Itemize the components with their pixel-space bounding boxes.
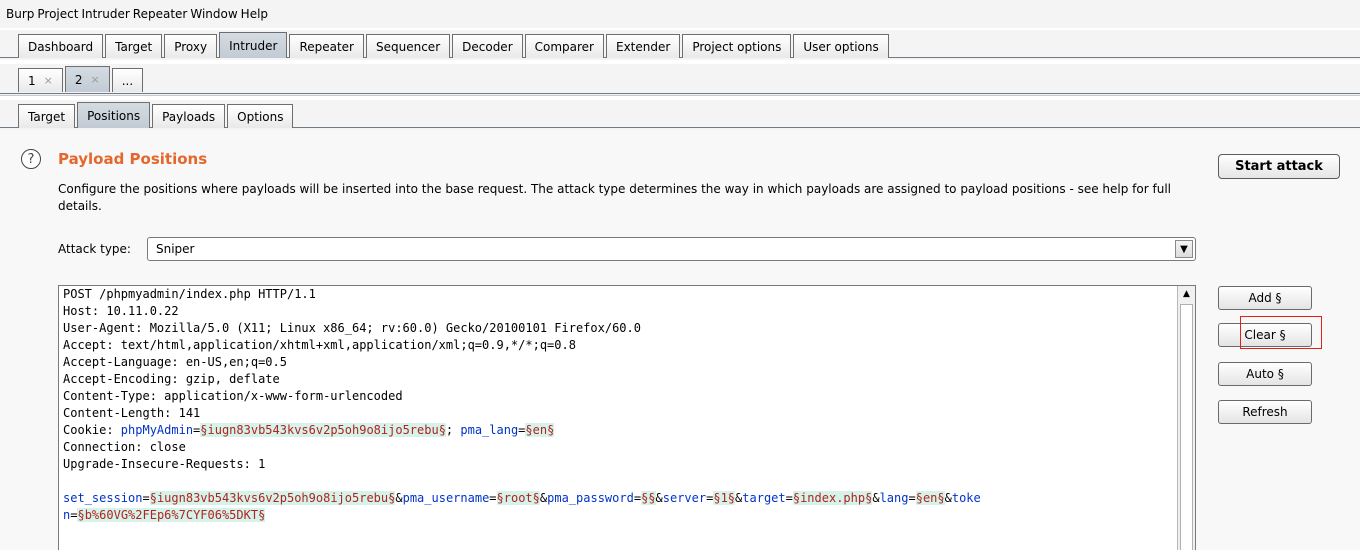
equals-sign: =: [908, 491, 916, 505]
request-header: Upgrade-Insecure-Requests: 1: [63, 457, 266, 471]
close-icon[interactable]: ×: [44, 74, 53, 87]
new-instance-tab[interactable]: ...: [111, 68, 144, 92]
body-param-key: pma_username: [402, 491, 490, 505]
attack-type-label: Attack type:: [58, 242, 131, 256]
cookie-key: phpMyAdmin: [120, 423, 194, 437]
menu-window[interactable]: Window: [190, 7, 237, 21]
body-param-key: set_session: [63, 491, 143, 505]
payload-position[interactable]: §en§: [525, 423, 555, 437]
ampersand: &: [944, 491, 952, 505]
body-param-key: server: [662, 491, 707, 505]
body-param-key: pma_password: [547, 491, 634, 505]
ampersand: &: [655, 491, 663, 505]
instance-tab-label: 2: [74, 72, 83, 87]
body-param-key: lang: [879, 491, 909, 505]
tab-repeater[interactable]: Repeater: [289, 34, 364, 58]
body-param-key: toke: [951, 491, 981, 505]
equals-sign: =: [785, 491, 793, 505]
ampersand: &: [872, 491, 880, 505]
menu-help[interactable]: Help: [241, 7, 268, 21]
menu-bar: Burp Project Intruder Repeater Window He…: [0, 0, 1360, 28]
cookie-prefix: Cookie:: [63, 423, 121, 437]
tab-sequencer[interactable]: Sequencer: [366, 34, 451, 58]
payload-position[interactable]: §en§: [915, 491, 945, 505]
tab-project-options[interactable]: Project options: [682, 34, 792, 58]
body-param-key: target: [742, 491, 786, 505]
request-header: Content-Type: application/x-www-form-url…: [63, 389, 403, 403]
request-line: POST /phpmyadmin/index.php HTTP/1.1: [63, 287, 316, 301]
payload-position[interactable]: §§: [641, 491, 656, 505]
ellipsis-icon: ...: [121, 73, 134, 88]
menu-burp[interactable]: Burp: [6, 7, 34, 21]
request-header: User-Agent: Mozilla/5.0 (X11; Linux x86_…: [63, 321, 641, 335]
payload-position[interactable]: §1§: [713, 491, 736, 505]
request-header: Accept-Language: en-US,en;q=0.5: [63, 355, 287, 369]
request-text[interactable]: POST /phpmyadmin/index.php HTTP/1.1 Host…: [59, 286, 1195, 524]
payload-position[interactable]: §index.php§: [792, 491, 873, 505]
request-header: Connection: close: [63, 440, 186, 454]
payload-position[interactable]: §b%60VG%2FEp6%7CYF06%5DKT§: [77, 508, 266, 522]
help-icon[interactable]: ?: [21, 149, 41, 169]
menu-repeater[interactable]: Repeater: [133, 7, 188, 21]
request-header: Accept-Encoding: gzip, deflate: [63, 372, 280, 386]
tab-extender[interactable]: Extender: [606, 34, 681, 58]
attack-instance-tab-bar: 1 × 2 × ...: [0, 64, 1360, 96]
close-icon[interactable]: ×: [91, 73, 100, 86]
cookie-key: pma_lang: [460, 423, 519, 437]
subtab-options[interactable]: Options: [227, 104, 294, 128]
payload-position[interactable]: §root§: [496, 491, 540, 505]
dropdown-arrow-icon[interactable]: ▼: [1175, 240, 1193, 258]
tab-decoder[interactable]: Decoder: [452, 34, 523, 58]
cookie-separator: ;: [445, 423, 461, 437]
request-header: Host: 10.11.0.22: [63, 304, 179, 318]
attack-type-value: Sniper: [156, 242, 195, 256]
refresh-button[interactable]: Refresh: [1218, 400, 1312, 424]
highlight-annotation-box: [1240, 316, 1322, 349]
tab-comparer[interactable]: Comparer: [524, 34, 604, 58]
panel-description: Configure the positions where payloads w…: [58, 182, 1171, 213]
start-attack-button[interactable]: Start attack: [1218, 154, 1340, 179]
request-header: Accept: text/html,application/xhtml+xml,…: [63, 338, 576, 352]
page-title: Payload Positions: [58, 150, 208, 168]
menu-project[interactable]: Project: [37, 7, 78, 21]
tab-user-options[interactable]: User options: [793, 34, 889, 58]
ampersand: &: [395, 491, 403, 505]
instance-tab-label: 1: [28, 73, 36, 88]
scroll-up-arrow-icon[interactable]: ▲: [1178, 286, 1195, 302]
subtab-payloads[interactable]: Payloads: [152, 104, 226, 128]
payload-position[interactable]: §iugn83vb543kvs6v2p5oh9o8ijo5rebu§: [149, 491, 396, 505]
subtab-positions[interactable]: Positions: [77, 102, 151, 128]
main-tab-bar: Dashboard Target Proxy Intruder Repeater…: [0, 30, 1360, 60]
auto-markers-button[interactable]: Auto §: [1218, 362, 1312, 386]
scrollbar-thumb[interactable]: [1180, 304, 1193, 550]
request-template-editor[interactable]: POST /phpmyadmin/index.php HTTP/1.1 Host…: [58, 285, 1196, 550]
instance-tab-1[interactable]: 1 ×: [18, 68, 63, 92]
menu-intruder[interactable]: Intruder: [81, 7, 129, 21]
payload-position[interactable]: §iugn83vb543kvs6v2p5oh9o8ijo5rebu§: [200, 423, 446, 437]
equals-sign: =: [633, 491, 642, 505]
tab-dashboard[interactable]: Dashboard: [18, 34, 104, 58]
tab-target[interactable]: Target: [105, 34, 163, 58]
instance-tab-2[interactable]: 2 ×: [64, 66, 110, 92]
request-header: Content-Length: 141: [63, 406, 201, 420]
subtab-target[interactable]: Target: [18, 104, 76, 128]
tab-proxy[interactable]: Proxy: [164, 34, 218, 58]
payload-positions-panel: ? Payload Positions Configure the positi…: [0, 130, 1360, 550]
equals-sign: =: [142, 491, 150, 505]
attack-type-select[interactable]: Sniper ▼: [147, 237, 1196, 261]
editor-scrollbar[interactable]: ▲: [1177, 286, 1195, 550]
tab-intruder[interactable]: Intruder: [219, 32, 288, 58]
intruder-sub-tab-bar: Target Positions Payloads Options: [0, 100, 1360, 130]
equals-sign: =: [489, 491, 497, 505]
add-marker-button[interactable]: Add §: [1218, 286, 1312, 310]
